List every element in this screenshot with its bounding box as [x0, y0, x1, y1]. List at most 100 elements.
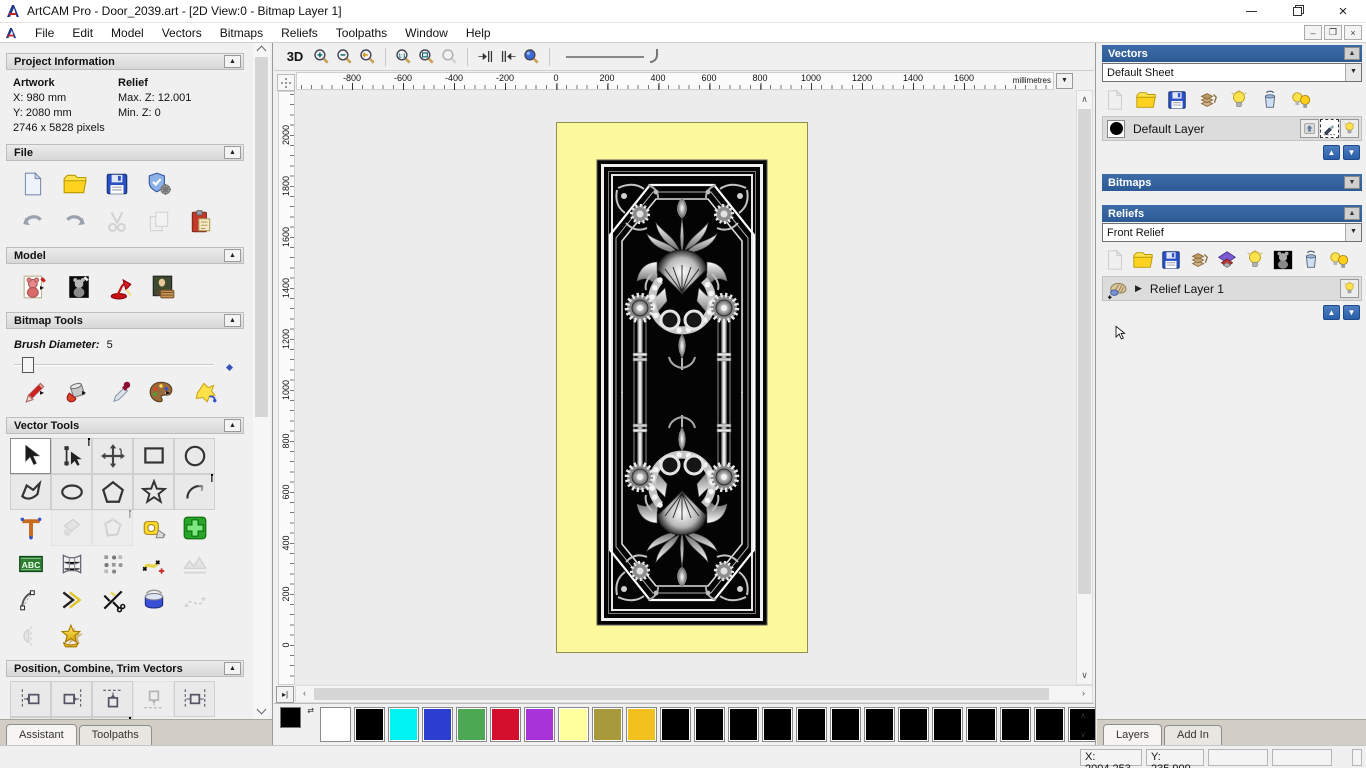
fit-arcs-icon[interactable] [10, 582, 51, 618]
section-model[interactable]: Model ▲ [6, 247, 244, 264]
scrollbar-thumb[interactable] [1078, 109, 1091, 594]
paint-tool-icon[interactable]: ▸ [18, 377, 48, 407]
palette-swatch[interactable] [524, 707, 555, 742]
menu-item[interactable]: Vectors [153, 24, 211, 42]
close-button[interactable]: × [1320, 0, 1366, 22]
minimize-button[interactable] [1228, 0, 1274, 22]
n-slider[interactable] [566, 47, 658, 67]
palette-swatch[interactable] [966, 707, 997, 742]
undo-icon[interactable] [18, 207, 48, 237]
canvas-vertical-scrollbar[interactable]: ∧ ∨ [1076, 90, 1093, 685]
palette-swatch[interactable] [320, 707, 351, 742]
open-vector-layers-icon[interactable] [1135, 89, 1157, 111]
scrollbar-thumb[interactable] [255, 57, 268, 417]
collapse-icon[interactable]: ▲ [224, 662, 241, 675]
palette-swatch[interactable] [388, 707, 419, 742]
measure-tool-icon[interactable] [133, 510, 174, 546]
move-layer-up-button[interactable]: ▲ [1323, 145, 1340, 160]
section-file[interactable]: File ▲ [6, 144, 244, 161]
toggle-all-layers-icon[interactable] [1290, 89, 1312, 111]
palette-swatch[interactable] [898, 707, 929, 742]
dropdown-arrow-icon[interactable]: ▼ [1345, 64, 1361, 81]
transform-tool-icon[interactable] [92, 438, 133, 474]
collapse-icon[interactable]: ▲ [224, 314, 241, 327]
create-ellipse-icon[interactable] [51, 474, 92, 510]
flood-fill-icon[interactable]: ▸ [60, 377, 90, 407]
tab-assistant[interactable]: Assistant [6, 724, 77, 745]
mdi-restore-button[interactable]: ❐ [1324, 25, 1342, 40]
create-circle-icon[interactable] [174, 438, 215, 474]
layer-visibility-button[interactable] [1340, 119, 1359, 138]
sketch-relief-icon[interactable]: ▸ [18, 272, 48, 302]
view-3d-button[interactable]: 3D [282, 49, 308, 64]
extrude-tool-icon[interactable] [133, 582, 174, 618]
toggle-all-reliefs-icon[interactable] [1328, 249, 1350, 271]
collapse-icon[interactable]: ▲ [1344, 207, 1360, 220]
snap-right-toggle-icon[interactable] [497, 46, 520, 68]
zoom-fit-icon[interactable] [415, 46, 438, 68]
palette-swatch[interactable] [354, 707, 385, 742]
colour-reduce-icon[interactable] [186, 377, 216, 407]
snap-left-toggle-icon[interactable] [474, 46, 497, 68]
open-relief-layers-icon[interactable] [1132, 249, 1154, 271]
relief-select[interactable]: Front Relief ▼ [1102, 223, 1362, 242]
palette-scroll-up-icon[interactable]: ∧ [1076, 706, 1090, 725]
move-layer-down-button[interactable]: ▼ [1343, 145, 1360, 160]
menu-item[interactable]: Toolpaths [327, 24, 396, 42]
zoom-1to1-icon[interactable] [392, 46, 415, 68]
transfer-relief-icon[interactable] [1216, 249, 1238, 271]
menu-item[interactable]: File [26, 24, 63, 42]
create-polygon-icon[interactable] [92, 474, 133, 510]
collapse-icon[interactable]: ▲ [224, 249, 241, 262]
save-relief-layers-icon[interactable] [1160, 249, 1182, 271]
align-left-icon[interactable] [10, 681, 51, 717]
expand-icon[interactable]: ▼ [1344, 176, 1360, 189]
brush-diameter-slider[interactable] [14, 357, 234, 373]
palette-swatch[interactable] [932, 707, 963, 742]
section-vector-tools[interactable]: Vector Tools ▲ [6, 417, 244, 434]
snap-layer-button[interactable] [1320, 119, 1339, 138]
bisector-tool-icon[interactable] [51, 582, 92, 618]
zoom-preview-icon[interactable] [520, 46, 543, 68]
zoom-previous-icon[interactable] [356, 46, 379, 68]
envelope-distort-icon[interactable] [92, 510, 133, 546]
redo-icon[interactable] [60, 207, 90, 237]
mirror-vectors-icon[interactable] [10, 618, 51, 654]
zoom-object-icon[interactable] [438, 46, 461, 68]
door-artwork[interactable] [556, 122, 808, 653]
sheet-select[interactable]: Default Sheet ▼ [1102, 63, 1362, 82]
palette-swatch[interactable] [864, 707, 895, 742]
save-model-icon[interactable] [102, 169, 132, 199]
canvas-viewport[interactable] [295, 90, 1076, 685]
maximize-button[interactable] [1274, 0, 1320, 22]
palette-swatch[interactable] [1000, 707, 1031, 742]
zoom-out-icon[interactable] [333, 46, 356, 68]
block-copy-icon[interactable] [92, 546, 133, 582]
ruler-units-dropdown[interactable]: ▼ [1056, 73, 1073, 89]
relief-layer-row[interactable]: ▶ Relief Layer 1 [1102, 276, 1362, 301]
bitmaps-header[interactable]: Bitmaps ▼ [1102, 174, 1362, 191]
palette-swatch[interactable] [1034, 707, 1065, 742]
palette-swatch[interactable] [660, 707, 691, 742]
select-tool-icon[interactable] [10, 438, 51, 474]
merge-vector-layers-icon[interactable] [1197, 89, 1219, 111]
tab-toolpaths[interactable]: Toolpaths [78, 725, 152, 745]
align-bottom-icon[interactable] [133, 681, 174, 717]
move-layer-down-button[interactable]: ▼ [1343, 305, 1360, 320]
menu-item[interactable]: Bitmaps [211, 24, 272, 42]
swap-colours-icon[interactable]: ⇄ [307, 706, 314, 715]
align-top-icon[interactable] [92, 681, 133, 717]
tab-add-in[interactable]: Add In [1164, 725, 1222, 745]
create-star-icon[interactable] [133, 474, 174, 510]
text-on-curve-icon[interactable] [10, 546, 51, 582]
palette-swatch[interactable] [592, 707, 623, 742]
create-arc-icon[interactable] [174, 474, 215, 510]
new-model-icon[interactable] [18, 169, 48, 199]
new-relief-layer-icon[interactable] [1104, 249, 1126, 271]
move-layer-up-button[interactable]: ▲ [1323, 305, 1340, 320]
collapse-icon[interactable]: ▲ [224, 419, 241, 432]
slider-thumb[interactable] [22, 357, 34, 373]
create-spline-icon[interactable] [174, 582, 215, 618]
menu-item[interactable]: Edit [63, 24, 102, 42]
create-polyline-icon[interactable] [10, 474, 51, 510]
